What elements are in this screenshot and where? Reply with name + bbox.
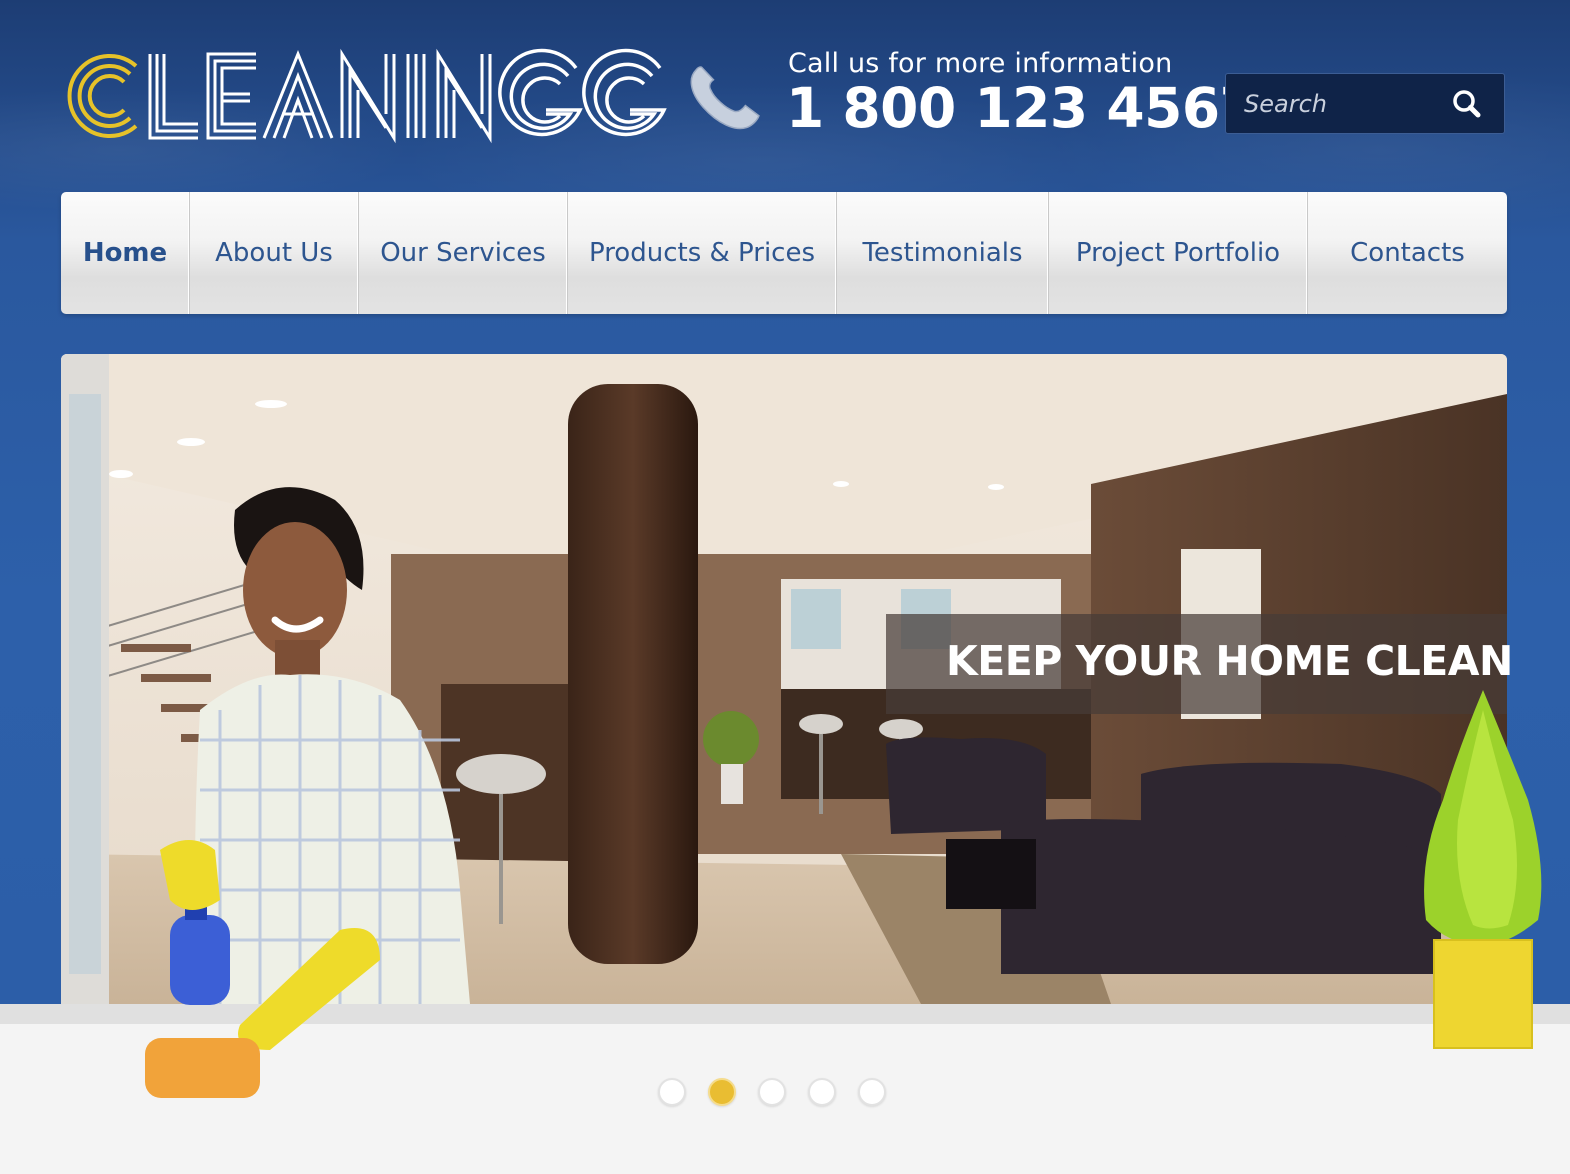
search-box [1225, 73, 1505, 134]
call-label: Call us for more information [788, 48, 1173, 79]
site-logo[interactable] [60, 44, 670, 148]
nav-item-testimonials[interactable]: Testimonials [837, 192, 1049, 314]
phone-number[interactable]: 1 800 123 4567 [786, 76, 1258, 140]
phone-icon [688, 58, 766, 136]
search-icon[interactable] [1450, 87, 1484, 121]
nav-item-home[interactable]: Home [61, 192, 190, 314]
nav-item-contacts[interactable]: Contacts [1308, 192, 1507, 314]
hero-caption: KEEP YOUR HOME CLEAN [946, 637, 1513, 685]
search-input[interactable] [1244, 86, 1444, 122]
cleaning-woman-image [130, 470, 490, 1110]
slider-dot-2[interactable] [708, 1078, 736, 1106]
slider-dot-1[interactable] [658, 1078, 686, 1106]
slider-dot-5[interactable] [858, 1078, 886, 1106]
logo-wordmark-graphic [67, 48, 667, 144]
slider-dot-4[interactable] [808, 1078, 836, 1106]
slider-pagination [658, 1078, 886, 1106]
nav-item-products-prices[interactable]: Products & Prices [568, 192, 837, 314]
slider-dot-3[interactable] [758, 1078, 786, 1106]
potted-plant-image [1418, 690, 1548, 1060]
nav-item-project-portfolio[interactable]: Project Portfolio [1049, 192, 1308, 314]
nav-item-our-services[interactable]: Our Services [359, 192, 568, 314]
main-navigation: Home About Us Our Services Products & Pr… [61, 192, 1507, 314]
nav-item-about-us[interactable]: About Us [190, 192, 359, 314]
